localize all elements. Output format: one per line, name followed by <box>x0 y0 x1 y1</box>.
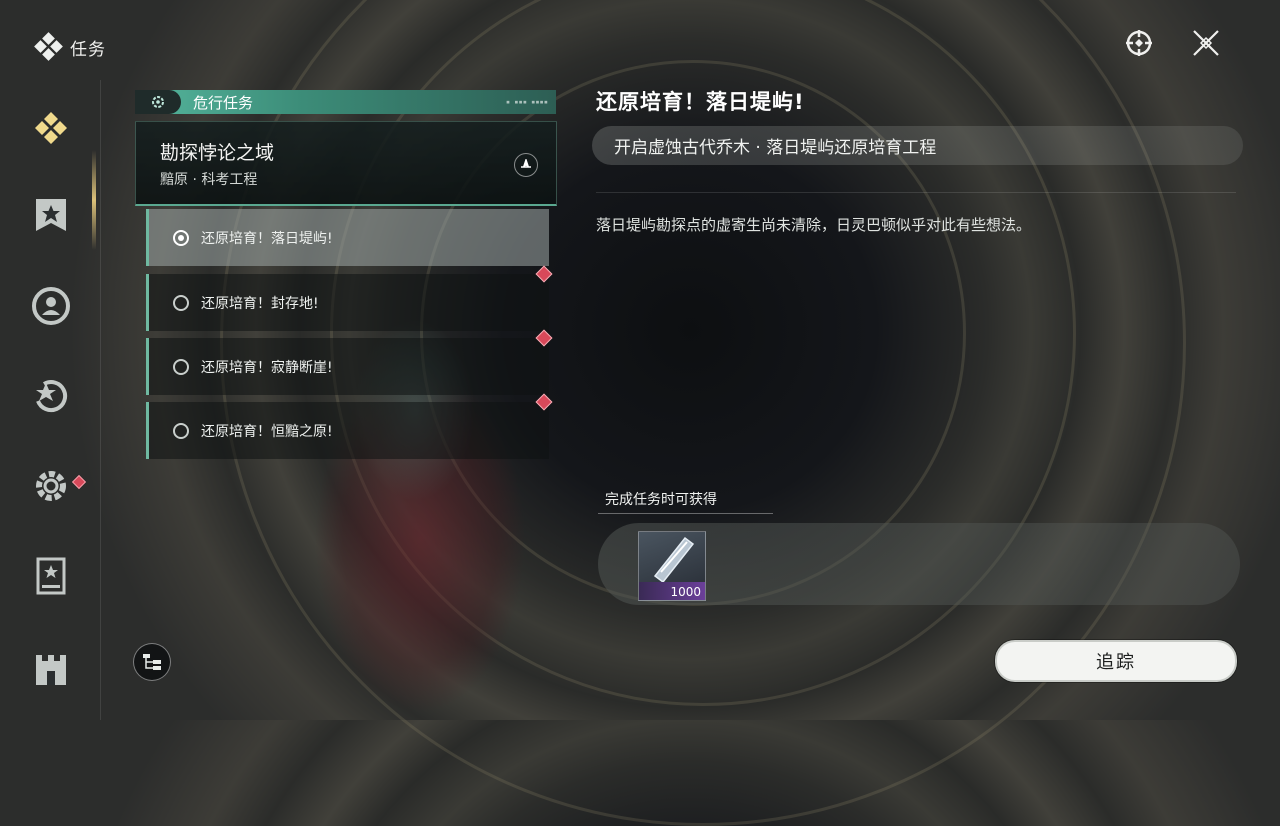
sidebar-item-quest-journal[interactable] <box>28 553 74 599</box>
quest-subtitle: 黯原 · 科考工程 <box>160 172 258 188</box>
sidebar-active-indicator <box>92 150 96 250</box>
sidebar-item-quest-main[interactable] <box>28 104 74 150</box>
objective-bar: 开启虚蚀古代乔木 · 落日堤屿还原培育工程 <box>592 126 1243 165</box>
crystal-tube-icon <box>653 536 695 584</box>
notification-diamond-icon <box>535 329 553 347</box>
category-label: 危行任务 <box>193 93 254 112</box>
reward-item[interactable]: 1000 <box>638 531 706 601</box>
sub-quest-item[interactable]: 还原培育！封存地! <box>146 265 553 331</box>
sidebar-item-quest-banner[interactable] <box>28 193 74 239</box>
sub-quest-item[interactable]: 还原培育！寂静断崖! <box>146 329 553 395</box>
sub-quest-label: 还原培育！寂静断崖! <box>201 359 333 376</box>
sidebar-item-quest-companion[interactable] <box>28 283 74 329</box>
radio-icon <box>173 358 189 375</box>
radio-icon <box>173 422 189 439</box>
quest-logo-icon <box>34 32 63 61</box>
person-circle-icon <box>32 287 70 325</box>
sub-quest-item[interactable]: 还原培育！恒黯之原! <box>146 393 553 459</box>
close-icon[interactable] <box>1190 27 1222 59</box>
sub-quest-label: 还原培育！封存地! <box>201 295 319 312</box>
quest-category-header[interactable]: 危行任务 ▪ ▪▪▪ ▪▪▪▪ <box>135 90 556 114</box>
sidebar-item-quest-castle[interactable] <box>28 643 74 689</box>
book-star-icon <box>36 557 66 595</box>
notification-diamond-icon <box>535 265 553 283</box>
sidebar <box>0 80 101 720</box>
sidebar-item-quest-settings[interactable] <box>28 463 87 509</box>
quest-description: 落日堤屿勘探点的虚寄生尚未清除，日灵巴顿似乎对此有些想法。 <box>596 216 1032 234</box>
screen-title-text: 任务 <box>70 39 106 60</box>
sub-quest-label: 还原培育！恒黯之原! <box>201 423 333 440</box>
banner-star-icon <box>36 199 66 231</box>
divider <box>596 192 1236 193</box>
quest-location-icon[interactable] <box>514 153 538 177</box>
sidebar-item-quest-daily[interactable] <box>28 373 74 419</box>
sub-quest-item[interactable]: 还原培育！落日堤屿! <box>146 209 549 266</box>
detail-title: 还原培育！落日堤屿! <box>596 90 805 114</box>
reward-count: 1000 <box>670 585 701 599</box>
quest-tree-button[interactable] <box>133 643 171 681</box>
star-refresh-icon <box>36 380 68 412</box>
castle-icon <box>36 655 66 685</box>
track-button[interactable]: 追踪 <box>995 640 1237 682</box>
radio-icon <box>173 294 189 311</box>
track-button-label: 追踪 <box>1096 652 1136 673</box>
sub-quest-label: 还原培育！落日堤屿! <box>201 230 333 247</box>
target-crosshair-icon[interactable] <box>1123 27 1155 59</box>
category-gear-icon <box>135 90 181 114</box>
quest-title: 勘探悖论之域 <box>160 142 275 164</box>
selected-radio-icon <box>173 229 189 246</box>
reward-label: 完成任务时可获得 <box>605 492 717 508</box>
diamond-cluster-icon <box>35 112 67 144</box>
screen-title: 任务 <box>34 32 106 61</box>
quest-card[interactable]: 勘探悖论之域 黯原 · 科考工程 <box>135 121 557 206</box>
gear-icon <box>36 471 66 501</box>
notification-dot <box>71 474 87 490</box>
reward-divider <box>598 513 773 514</box>
notification-diamond-icon <box>535 393 553 411</box>
objective-text: 开启虚蚀古代乔木 · 落日堤屿还原培育工程 <box>614 138 937 158</box>
quest-tree-icon <box>143 654 161 670</box>
category-decor-text: ▪ ▪▪▪ ▪▪▪▪ <box>505 98 548 106</box>
